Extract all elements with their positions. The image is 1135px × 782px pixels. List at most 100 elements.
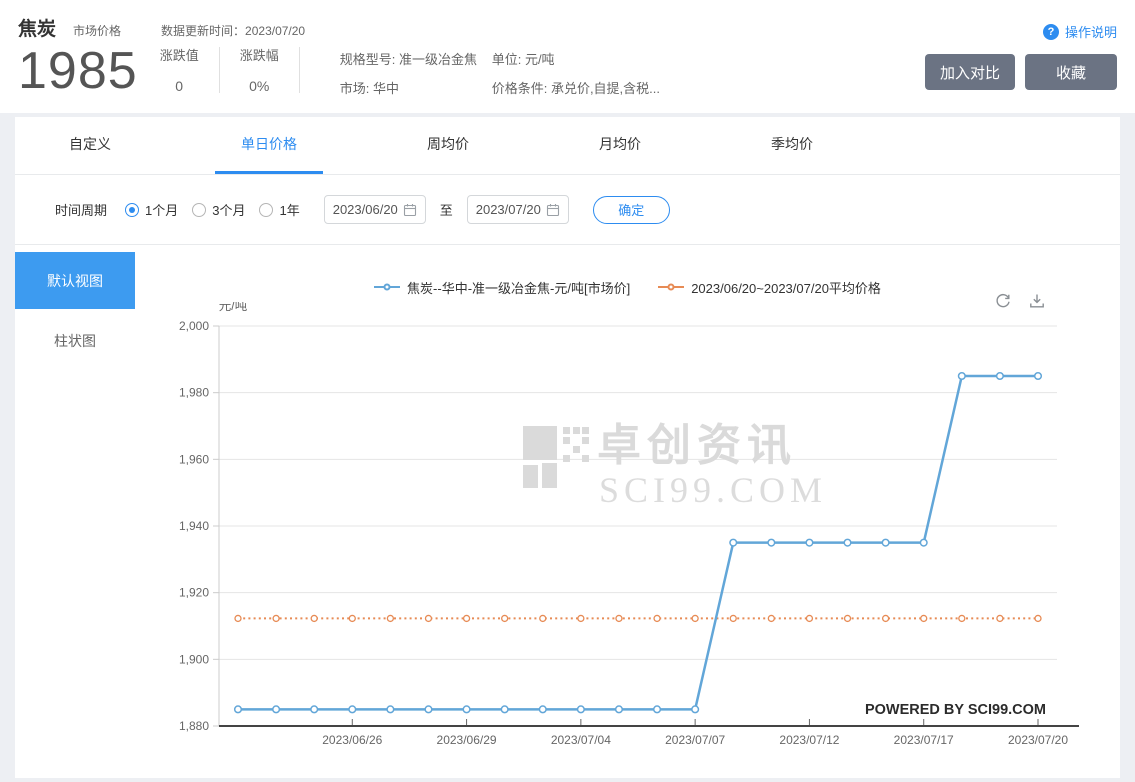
price-point <box>462 705 471 714</box>
price-point <box>805 538 814 547</box>
condition-text: 价格条件: 承兑价,自提,含税... <box>491 81 661 96</box>
legend-marker-icon <box>374 282 401 292</box>
calendar-icon <box>403 203 416 216</box>
y-tick-label: 1,960 <box>179 452 209 466</box>
average-point <box>462 614 471 623</box>
y-tick-label: 1,920 <box>179 586 209 600</box>
legend-item[interactable]: 焦炭--华中-准一级冶金焦-元/吨[市场价] <box>374 278 630 296</box>
page-header: 焦炭 市场价格 数据更新时间：2023/07/20 ? 操作说明 1985 涨跌… <box>0 0 1135 113</box>
price-point <box>348 705 357 714</box>
spec-market-block: 规格型号: 准一级冶金焦 市场: 华中 <box>340 43 492 103</box>
legend-label: 2023/06/20~2023/07/20平均价格 <box>691 280 881 296</box>
average-line-series[interactable] <box>234 614 1042 623</box>
x-tick-label: 2023/07/04 <box>551 733 611 747</box>
chart-area: 焦炭--华中-准一级冶金焦-元/吨[市场价] 2023/06/20~2023/07… <box>135 245 1120 777</box>
period-radio-group: 1个月 3个月 1年 <box>125 200 314 219</box>
calendar-icon <box>546 203 559 216</box>
price-line-chart[interactable]: 1,880 1,900 1,920 1,940 1,960 1,980 2,000 元/吨卓创… <box>135 302 1120 770</box>
price-point <box>386 705 395 714</box>
favorite-button[interactable]: 收藏 <box>1025 54 1117 90</box>
legend-label: 焦炭--华中-准一级冶金焦-元/吨[市场价] <box>407 280 631 296</box>
end-date-input[interactable]: 2023/07/20 <box>466 195 569 224</box>
refresh-icon[interactable] <box>994 292 1012 310</box>
price-point <box>500 705 509 714</box>
period-radio-option[interactable]: 1个月 <box>125 200 178 219</box>
radio-icon <box>192 202 207 217</box>
price-point <box>729 538 738 547</box>
tab-item[interactable]: 季均价 <box>745 117 839 174</box>
average-point <box>653 614 661 623</box>
radio-label: 1个月 <box>145 203 179 218</box>
price-point <box>995 371 1004 381</box>
change-pct-label: 涨跌幅 <box>239 48 279 63</box>
y-tick-label: 1,980 <box>179 386 209 400</box>
help-label: 操作说明 <box>1064 25 1117 40</box>
x-tick-label: 2023/07/12 <box>779 733 839 747</box>
end-date-value: 2023/07/20 <box>475 202 541 217</box>
chart-legend: 焦炭--华中-准一级冶金焦-元/吨[市场价] 2023/06/20~2023/07… <box>135 278 1120 296</box>
view-sidebar-item[interactable]: 柱状图 <box>15 309 135 373</box>
question-icon: ? <box>1042 23 1059 40</box>
price-point <box>310 705 319 714</box>
tab-item[interactable]: 单日价格 <box>215 117 323 174</box>
tab-item[interactable]: 自定义 <box>43 117 137 174</box>
price-point <box>957 371 966 381</box>
price-point <box>424 705 433 714</box>
average-point <box>310 614 318 623</box>
average-point <box>272 614 280 623</box>
x-tick-label: 2023/07/17 <box>894 733 954 747</box>
average-point <box>958 614 966 623</box>
change-label: 涨跌值 <box>159 48 199 63</box>
radio-label: 1年 <box>279 203 300 218</box>
start-date-input[interactable]: 2023/06/20 <box>323 195 426 224</box>
divider <box>218 47 220 93</box>
spec-text: 规格型号: 准一级冶金焦 <box>339 52 477 67</box>
x-tick-label: 2023/07/20 <box>1008 733 1068 747</box>
help-link[interactable]: ? 操作说明 <box>1042 22 1117 41</box>
x-tick-label: 2023/06/26 <box>322 733 382 747</box>
average-point <box>348 614 356 623</box>
x-tick-label: 2023/07/07 <box>665 733 725 747</box>
price-point <box>652 705 662 714</box>
average-point <box>577 614 585 623</box>
main-card: 自定义 单日价格 周均价 月均价 季均价 时间周期 1个月 3个月 1年 2023/06/2… <box>15 117 1120 778</box>
tab-item[interactable]: 周均价 <box>401 117 495 174</box>
average-point <box>539 614 547 623</box>
price-point <box>919 538 928 547</box>
svg-text:SCI99.COM: SCI99.COM <box>599 470 827 510</box>
tab-item[interactable]: 月均价 <box>573 117 667 174</box>
view-sidebar-item[interactable]: 默认视图 <box>15 252 135 309</box>
average-point <box>615 614 623 623</box>
current-price: 1985 <box>18 42 138 100</box>
change-value: 0 <box>175 78 184 94</box>
average-point <box>767 614 775 623</box>
legend-item[interactable]: 2023/06/20~2023/07/20平均价格 <box>658 278 881 296</box>
x-tick-label: 2023/06/29 <box>437 733 497 747</box>
price-type-label: 市场价格 <box>73 24 122 38</box>
price-point <box>614 705 624 714</box>
period-radio-option[interactable]: 3个月 <box>192 200 245 219</box>
average-point <box>843 614 852 623</box>
page-title: 焦炭 <box>18 19 57 40</box>
update-time: 数据更新时间：2023/07/20 <box>161 24 306 38</box>
radio-icon <box>259 202 274 217</box>
average-point <box>805 614 814 623</box>
y-tick-label: 2,000 <box>179 319 209 333</box>
legend-marker-icon <box>658 282 685 292</box>
price-point <box>272 705 281 714</box>
svg-text:卓创资讯: 卓创资讯 <box>597 421 797 470</box>
average-point <box>996 614 1004 623</box>
to-label: 至 <box>439 203 453 218</box>
average-point <box>424 614 433 623</box>
y-tick-label: 1,940 <box>179 519 209 533</box>
view-sidebar: 默认视图 柱状图 <box>15 245 135 777</box>
add-compare-button[interactable]: 加入对比 <box>925 54 1015 90</box>
price-point <box>881 538 890 547</box>
watermark: 卓创资讯SCI99.COM <box>523 421 827 510</box>
period-radio-option[interactable]: 1年 <box>259 200 300 219</box>
confirm-button[interactable]: 确定 <box>592 195 670 224</box>
radio-icon <box>125 202 140 217</box>
change-pct-block: 涨跌幅 0% <box>240 43 279 94</box>
download-icon[interactable] <box>1028 292 1046 310</box>
price-tabs: 自定义 单日价格 周均价 月均价 季均价 <box>15 117 1120 175</box>
